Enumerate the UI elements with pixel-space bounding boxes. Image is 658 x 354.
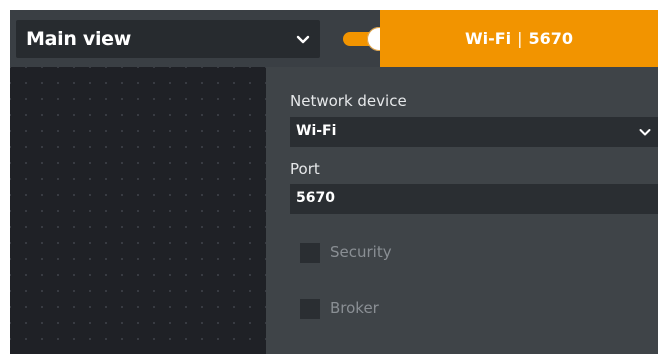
chevron-down-icon [639,129,651,136]
settings-panel: Network device Wi-Fi Port 5670 Security … [266,67,658,354]
security-checkbox[interactable] [300,243,320,263]
broker-label: Broker [330,299,379,317]
port-input[interactable]: 5670 [290,184,658,214]
network-device-value: Wi-Fi [296,123,337,139]
connection-tab[interactable]: Wi-Fi | 5670 [380,10,658,67]
canvas-area[interactable] [10,67,266,354]
view-selector-label: Main view [26,28,132,50]
connection-port: 5670 [528,29,574,48]
network-device-select[interactable]: Wi-Fi [290,117,658,147]
connection-separator: | [517,29,523,48]
broker-checkbox[interactable] [300,299,320,319]
app-window: Main view Wi-Fi | 5670 Network device Wi-F… [10,10,658,354]
port-value: 5670 [296,190,335,206]
network-device-label: Network device [290,92,407,110]
connection-network: Wi-Fi [464,29,512,48]
top-bar: Main view Wi-Fi | 5670 [10,10,658,67]
view-selector[interactable]: Main view [16,20,320,58]
port-label: Port [290,160,320,178]
chevron-down-icon [296,35,310,44]
security-label: Security [330,243,392,261]
